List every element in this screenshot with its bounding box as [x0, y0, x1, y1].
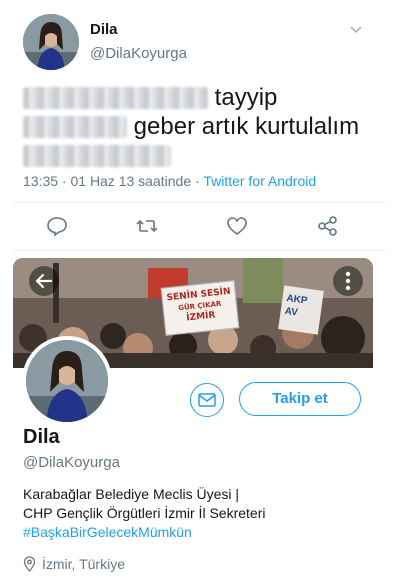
tweet-meta: 13:35 · 01 Haz 13 saatinde · Twitter for…: [23, 173, 316, 189]
more-options-button[interactable]: [333, 266, 363, 296]
bio-line-2: CHP Gençlik Örgütleri İzmir İl Sekreteri: [23, 505, 266, 521]
back-button[interactable]: [29, 266, 59, 296]
chevron-down-icon[interactable]: [348, 21, 364, 37]
profile-handle: @DilaKoyurga: [23, 454, 120, 471]
tweet-text-line-2: geber artık kurtulalım: [23, 111, 359, 143]
retweet-icon[interactable]: [135, 214, 159, 238]
tweet-timestamp: 13:35 · 01 Haz 13 saatinde ·: [23, 173, 204, 189]
profile-location: İzmir, Türkiye: [23, 556, 125, 572]
author-name[interactable]: Dila: [90, 21, 118, 38]
tweet-text-tayyip: tayyip: [214, 84, 278, 111]
author-handle[interactable]: @DilaKoyurga: [90, 45, 187, 62]
follow-button[interactable]: Takip et: [239, 382, 361, 416]
bio-hashtag-link[interactable]: #BaşkaBirGelecekMümkün: [23, 522, 192, 542]
location-text: İzmir, Türkiye: [42, 556, 125, 572]
blurred-text: [23, 87, 208, 109]
blurred-text: [23, 145, 171, 167]
share-icon[interactable]: [316, 214, 340, 238]
blurred-text: [23, 116, 127, 138]
protest-sign: AKP AV: [278, 285, 324, 335]
divider: [13, 250, 385, 251]
divider: [13, 202, 385, 203]
tweet-text-main: geber artık kurtulalım: [133, 113, 360, 140]
protest-sign: SENİN SESİN GÜR ÇIKAR İZMİR: [160, 280, 240, 336]
tweet-text-line-1: tayyip: [23, 82, 277, 114]
location-pin-icon: [23, 556, 36, 572]
tweet-text-line-3: [23, 140, 171, 172]
author-avatar[interactable]: [23, 14, 79, 70]
tweet-source-link[interactable]: Twitter for Android: [203, 173, 316, 189]
arrow-left-icon: [35, 273, 53, 289]
envelope-icon: [198, 393, 216, 407]
profile-avatar[interactable]: [22, 336, 112, 426]
reply-icon[interactable]: [45, 214, 69, 238]
message-button[interactable]: [190, 383, 224, 417]
bio-line-1: Karabağlar Belediye Meclis Üyesi |: [23, 486, 240, 502]
like-icon[interactable]: [225, 214, 249, 238]
profile-name: Dila: [23, 426, 60, 448]
more-vertical-icon: [345, 271, 351, 291]
